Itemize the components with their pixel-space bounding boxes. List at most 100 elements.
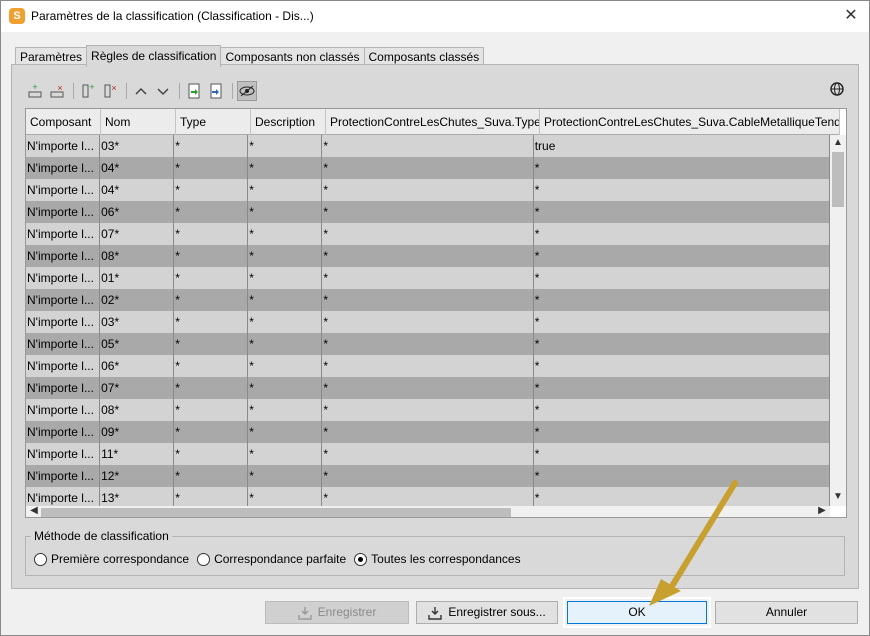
- table-cell[interactable]: *: [174, 157, 249, 179]
- table-cell[interactable]: N'importe l...: [26, 399, 101, 421]
- table-cell[interactable]: *: [534, 333, 830, 355]
- table-cell[interactable]: *: [174, 465, 249, 487]
- table-cell[interactable]: *: [248, 245, 323, 267]
- table-cell[interactable]: N'importe l...: [26, 223, 101, 245]
- save-as-button[interactable]: Enregistrer sous...: [416, 601, 558, 624]
- table-cell[interactable]: *: [322, 443, 534, 465]
- table-cell[interactable]: 13*: [100, 487, 175, 506]
- table-cell[interactable]: N'importe l...: [26, 267, 101, 289]
- cancel-button[interactable]: Annuler: [715, 601, 858, 624]
- horizontal-scrollbar[interactable]: ◀ ▶: [26, 505, 830, 517]
- table-cell[interactable]: N'importe l...: [26, 443, 101, 465]
- table-cell[interactable]: *: [174, 421, 249, 443]
- table-cell[interactable]: *: [248, 377, 323, 399]
- table-cell[interactable]: 03*: [100, 311, 175, 333]
- table-cell[interactable]: 06*: [100, 201, 175, 223]
- table-cell[interactable]: *: [322, 355, 534, 377]
- table-row[interactable]: N'importe l... 04* * * * *: [26, 179, 830, 201]
- import-icon[interactable]: [184, 81, 204, 101]
- table-cell[interactable]: N'importe l...: [26, 487, 101, 506]
- save-button[interactable]: Enregistrer: [265, 601, 409, 624]
- table-row[interactable]: N'importe l... 09* * * * *: [26, 421, 830, 443]
- table-row[interactable]: N'importe l... 01* * * * *: [26, 267, 830, 289]
- close-icon[interactable]: ✕: [841, 6, 861, 26]
- radio-indicator-selected[interactable]: [354, 552, 368, 566]
- column-header-protection-type[interactable]: ProtectionContreLesChutes_Suva.Type: [326, 109, 540, 135]
- table-cell[interactable]: *: [248, 179, 323, 201]
- table-cell[interactable]: *: [322, 311, 534, 333]
- table-cell[interactable]: *: [322, 157, 534, 179]
- table-cell[interactable]: N'importe l...: [26, 311, 101, 333]
- scroll-left-icon[interactable]: ◀: [26, 505, 42, 516]
- table-cell[interactable]: 05*: [100, 333, 175, 355]
- table-cell[interactable]: *: [534, 311, 830, 333]
- table-cell[interactable]: 07*: [100, 223, 175, 245]
- radio-premiere-correspondance[interactable]: Première correspondance: [34, 552, 189, 566]
- table-cell[interactable]: *: [174, 355, 249, 377]
- table-cell[interactable]: *: [248, 333, 323, 355]
- table-cell[interactable]: *: [534, 443, 830, 465]
- vertical-scroll-thumb[interactable]: [832, 152, 844, 207]
- delete-row-icon[interactable]: ×: [47, 81, 67, 101]
- table-cell[interactable]: *: [248, 443, 323, 465]
- table-cell[interactable]: *: [534, 245, 830, 267]
- table-cell[interactable]: N'importe l...: [26, 355, 101, 377]
- table-cell[interactable]: *: [322, 377, 534, 399]
- table-cell[interactable]: 04*: [100, 157, 175, 179]
- table-cell[interactable]: *: [174, 443, 249, 465]
- table-cell[interactable]: 03*: [100, 135, 175, 157]
- table-cell[interactable]: *: [248, 399, 323, 421]
- table-cell[interactable]: *: [174, 487, 249, 506]
- table-cell[interactable]: *: [248, 487, 323, 506]
- delete-column-icon[interactable]: ×: [100, 81, 120, 101]
- table-cell[interactable]: *: [534, 157, 830, 179]
- table-cell[interactable]: *: [248, 157, 323, 179]
- table-cell[interactable]: *: [322, 289, 534, 311]
- table-cell[interactable]: N'importe l...: [26, 465, 101, 487]
- table-cell[interactable]: 11*: [100, 443, 175, 465]
- table-cell[interactable]: 09*: [100, 421, 175, 443]
- add-column-icon[interactable]: +: [78, 81, 98, 101]
- table-cell[interactable]: true: [534, 135, 830, 157]
- table-cell[interactable]: *: [534, 487, 830, 506]
- table-cell[interactable]: *: [248, 465, 323, 487]
- table-cell[interactable]: *: [174, 333, 249, 355]
- table-cell[interactable]: *: [174, 179, 249, 201]
- horizontal-scroll-thumb[interactable]: [41, 508, 511, 517]
- table-cell[interactable]: *: [248, 223, 323, 245]
- table-cell[interactable]: N'importe l...: [26, 377, 101, 399]
- table-cell[interactable]: *: [322, 135, 534, 157]
- table-cell[interactable]: *: [322, 267, 534, 289]
- export-icon[interactable]: [206, 81, 226, 101]
- add-row-icon[interactable]: +: [25, 81, 45, 101]
- radio-correspondance-parfaite[interactable]: Correspondance parfaite: [197, 552, 346, 566]
- scroll-right-icon[interactable]: ▶: [814, 505, 830, 516]
- tab-regles-de-classification[interactable]: Règles de classification: [86, 45, 222, 67]
- table-cell[interactable]: *: [248, 311, 323, 333]
- table-cell[interactable]: *: [248, 135, 323, 157]
- table-cell[interactable]: *: [174, 289, 249, 311]
- ok-button[interactable]: OK: [563, 597, 711, 628]
- table-row[interactable]: N'importe l... 03* * * * true: [26, 135, 830, 157]
- table-row[interactable]: N'importe l... 02* * * * *: [26, 289, 830, 311]
- table-cell[interactable]: *: [322, 201, 534, 223]
- globe-icon[interactable]: [827, 81, 847, 101]
- table-cell[interactable]: N'importe l...: [26, 421, 101, 443]
- table-cell[interactable]: *: [174, 267, 249, 289]
- table-cell[interactable]: 08*: [100, 399, 175, 421]
- table-cell[interactable]: 04*: [100, 179, 175, 201]
- table-cell[interactable]: *: [322, 487, 534, 506]
- move-down-icon[interactable]: [153, 81, 173, 101]
- column-header-type[interactable]: Type: [176, 109, 251, 135]
- table-cell[interactable]: *: [534, 399, 830, 421]
- table-row[interactable]: N'importe l... 13* * * * *: [26, 487, 830, 506]
- table-cell[interactable]: 01*: [100, 267, 175, 289]
- table-cell[interactable]: 12*: [100, 465, 175, 487]
- move-up-icon[interactable]: [131, 81, 151, 101]
- scroll-down-icon[interactable]: ▼: [830, 491, 846, 502]
- table-cell[interactable]: 06*: [100, 355, 175, 377]
- table-cell[interactable]: *: [322, 223, 534, 245]
- table-cell[interactable]: *: [322, 421, 534, 443]
- table-row[interactable]: N'importe l... 12* * * * *: [26, 465, 830, 487]
- table-cell[interactable]: N'importe l...: [26, 157, 101, 179]
